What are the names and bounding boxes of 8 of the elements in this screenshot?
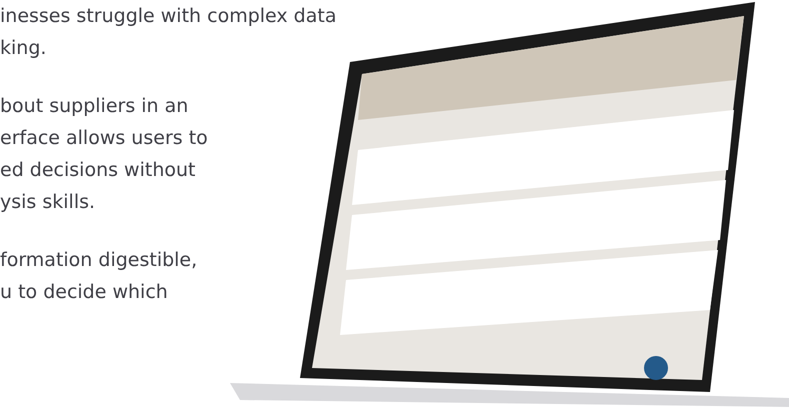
body-text-line: inesses struggle with complex data — [0, 4, 336, 29]
body-text-line: ed decisions without — [0, 158, 196, 183]
body-text-line: formation digestible, — [0, 248, 198, 273]
body-text-line: king. — [0, 36, 46, 61]
body-text-line: u to decide which — [0, 280, 168, 305]
body-text-line: ysis skills. — [0, 190, 96, 215]
body-text-line: erface allows users to — [0, 126, 208, 151]
body-text-line: bout suppliers in an — [0, 94, 188, 119]
